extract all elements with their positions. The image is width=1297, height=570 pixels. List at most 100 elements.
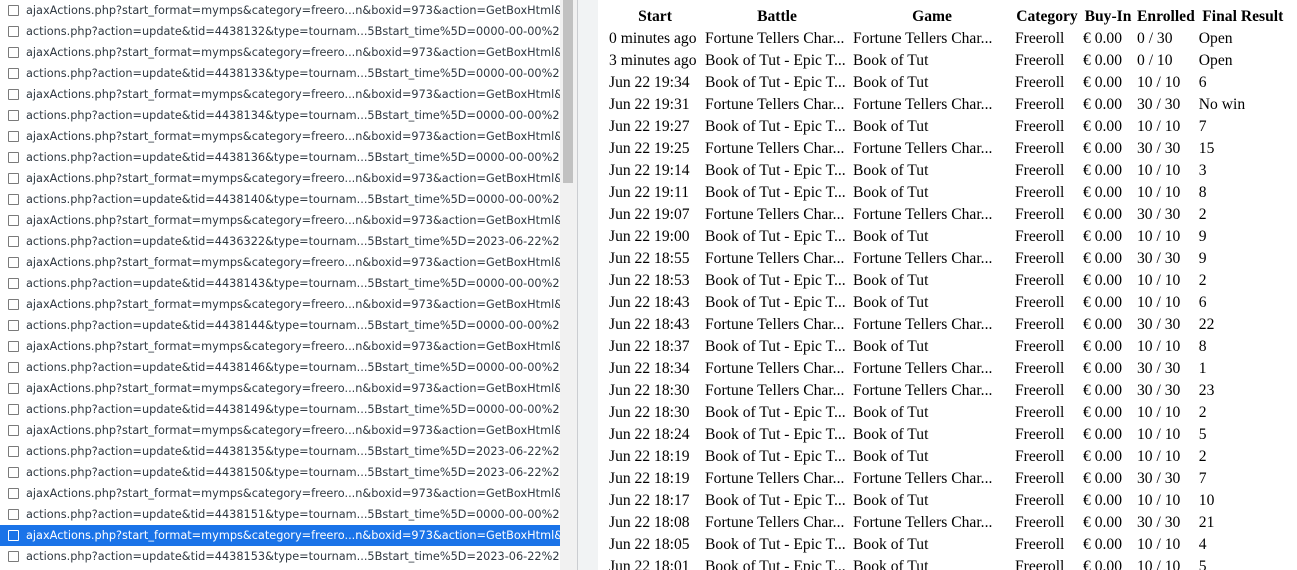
cell-enrolled: 10 / 10 [1137,448,1181,465]
request-checkbox-icon[interactable] [8,194,19,205]
request-checkbox-icon[interactable] [8,341,19,352]
request-row[interactable]: ajaxActions.php?start_format=mymps&categ… [0,210,560,231]
request-row[interactable]: actions.php?action=update&tid=4438150&ty… [0,462,560,483]
request-checkbox-icon[interactable] [8,89,19,100]
request-checkbox-icon[interactable] [8,68,19,79]
cell-final-result: 23 [1198,382,1215,399]
cell-game: Book of Tut [853,74,929,91]
request-checkbox-icon[interactable] [8,152,19,163]
cell-battle: Fortune Tellers Char... [705,360,845,377]
request-checkbox-icon[interactable] [8,26,19,37]
cell-enrolled: 30 / 30 [1137,250,1181,267]
request-row[interactable]: ajaxActions.php?start_format=mymps&categ… [0,84,560,105]
request-list-scrollbar[interactable] [560,0,577,570]
request-name: actions.php?action=update&tid=4438134&ty… [26,109,560,122]
request-checkbox-icon[interactable] [8,257,19,268]
request-row[interactable]: ajaxActions.php?start_format=mymps&categ… [0,42,560,63]
request-row[interactable]: actions.php?action=update&tid=4438146&ty… [0,357,560,378]
request-checkbox-icon[interactable] [8,446,19,457]
table-row: Jun 22 19:31 Fortune Tellers Char... Fortu… [608,94,1288,116]
request-checkbox-icon[interactable] [8,215,19,226]
cell-category: Freeroll [1015,448,1065,465]
cell-category: Freeroll [1015,558,1065,570]
request-checkbox-icon[interactable] [8,278,19,289]
cell-buyin: € 0.00 [1083,404,1122,421]
request-row[interactable]: actions.php?action=update&tid=4436322&ty… [0,231,560,252]
cell-buyin: € 0.00 [1083,74,1122,91]
request-row[interactable]: ajaxActions.php?start_format=mymps&categ… [0,525,560,546]
request-checkbox-icon[interactable] [8,425,19,436]
request-name: ajaxActions.php?start_format=mymps&categ… [26,382,560,395]
request-row[interactable]: actions.php?action=update&tid=4438143&ty… [0,273,560,294]
request-row[interactable]: actions.php?action=update&tid=4438136&ty… [0,147,560,168]
request-row[interactable]: actions.php?action=update&tid=4438134&ty… [0,105,560,126]
request-row[interactable]: ajaxActions.php?start_format=mymps&categ… [0,294,560,315]
request-row[interactable]: actions.php?action=update&tid=4438151&ty… [0,504,560,525]
cell-category: Freeroll [1015,294,1065,311]
cell-enrolled: 10 / 10 [1137,536,1181,553]
scrollbar-thumb[interactable] [563,0,573,183]
cell-category: Freeroll [1015,514,1065,531]
request-name: actions.php?action=update&tid=4438140&ty… [26,193,560,206]
cell-enrolled: 30 / 30 [1137,206,1181,223]
request-checkbox-icon[interactable] [8,362,19,373]
request-checkbox-icon[interactable] [8,47,19,58]
request-row[interactable]: actions.php?action=update&tid=4438149&ty… [0,399,560,420]
cell-start: Jun 22 18:01 [609,558,690,570]
cell-category: Freeroll [1015,228,1065,245]
request-row[interactable]: actions.php?action=update&tid=4438144&ty… [0,315,560,336]
request-name: actions.php?action=update&tid=4438153&ty… [26,550,560,563]
request-checkbox-icon[interactable] [8,488,19,499]
table-row: Jun 22 18:01 Book of Tut - Epic T... Book … [608,556,1288,570]
table-row: Jun 22 18:37 Book of Tut - Epic T... Book … [608,336,1288,358]
request-checkbox-icon[interactable] [8,320,19,331]
request-row[interactable]: actions.php?action=update&tid=4438132&ty… [0,21,560,42]
request-checkbox-icon[interactable] [8,131,19,142]
request-checkbox-icon[interactable] [8,299,19,310]
table-row: Jun 22 19:00 Book of Tut - Epic T... Book … [608,226,1288,248]
cell-final-result: 15 [1198,140,1215,157]
cell-start: Jun 22 18:37 [609,338,690,355]
cell-enrolled: 10 / 10 [1137,404,1181,421]
table-row: Jun 22 18:17 Book of Tut - Epic T... Book … [608,490,1288,512]
cell-battle: Book of Tut - Epic T... [705,162,846,179]
cell-game: Fortune Tellers Char... [853,96,993,113]
request-checkbox-icon[interactable] [8,383,19,394]
request-checkbox-icon[interactable] [8,404,19,415]
request-checkbox-icon[interactable] [8,236,19,247]
request-name: actions.php?action=update&tid=4438143&ty… [26,277,560,290]
request-row[interactable]: ajaxActions.php?start_format=mymps&categ… [0,420,560,441]
request-row[interactable]: actions.php?action=update&tid=4438133&ty… [0,63,560,84]
table-row: Jun 22 19:14 Book of Tut - Epic T... Book … [608,160,1288,182]
request-row[interactable]: ajaxActions.php?start_format=mymps&categ… [0,252,560,273]
cell-category: Freeroll [1015,118,1065,135]
cell-category: Freeroll [1015,184,1065,201]
results-table: Start Battle Game Category Buy-In Enroll… [606,6,1290,570]
request-name: actions.php?action=update&tid=4438132&ty… [26,25,560,38]
header-battle: Battle [757,8,797,25]
request-row[interactable]: actions.php?action=update&tid=4438153&ty… [0,546,560,567]
request-row[interactable]: ajaxActions.php?start_format=mymps&categ… [0,336,560,357]
request-row[interactable]: ajaxActions.php?start_format=mymps&categ… [0,0,560,21]
request-checkbox-icon[interactable] [8,5,19,16]
request-row[interactable]: ajaxActions.php?start_format=mymps&categ… [0,168,560,189]
cell-battle: Book of Tut - Epic T... [705,228,846,245]
cell-game: Book of Tut [853,162,929,179]
cell-buyin: € 0.00 [1083,382,1122,399]
cell-battle: Fortune Tellers Char... [705,470,845,487]
cell-battle: Book of Tut - Epic T... [705,338,846,355]
request-row[interactable]: ajaxActions.php?start_format=mymps&categ… [0,126,560,147]
request-row[interactable]: ajaxActions.php?start_format=mymps&categ… [0,483,560,504]
cell-buyin: € 0.00 [1083,448,1122,465]
request-checkbox-icon[interactable] [8,173,19,184]
header-buyin: Buy-In [1084,8,1132,25]
request-row[interactable]: actions.php?action=update&tid=4438140&ty… [0,189,560,210]
request-row[interactable]: ajaxActions.php?start_format=mymps&categ… [0,378,560,399]
request-checkbox-icon[interactable] [8,467,19,478]
request-checkbox-icon[interactable] [8,530,19,541]
request-checkbox-icon[interactable] [8,509,19,520]
request-row[interactable]: actions.php?action=update&tid=4438135&ty… [0,441,560,462]
request-checkbox-icon[interactable] [8,551,19,562]
cell-enrolled: 10 / 10 [1137,272,1181,289]
request-checkbox-icon[interactable] [8,110,19,121]
